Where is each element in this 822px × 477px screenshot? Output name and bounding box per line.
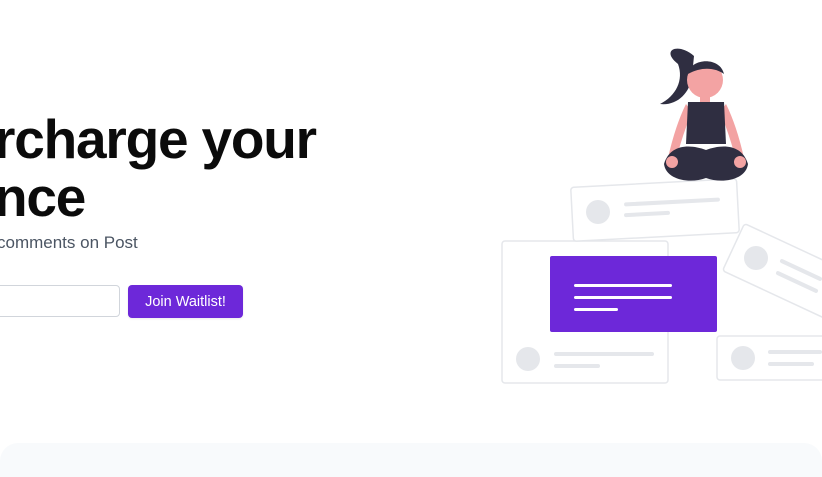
hero-headline-line-2: nce (0, 166, 86, 228)
tilted-card-right (722, 223, 822, 321)
hero-headline-line-1: rcharge your (0, 108, 317, 170)
hero-subtext: comments on Post (0, 233, 138, 252)
featured-card-purple (550, 256, 717, 332)
email-input[interactable] (0, 285, 120, 317)
join-waitlist-button[interactable]: Join Waitlist! (128, 285, 243, 318)
top-card (570, 178, 740, 242)
footer-band (0, 443, 822, 477)
meditating-woman (660, 48, 748, 181)
hero-section: rcharge your nce comments on Post Join W… (0, 0, 822, 443)
bottom-card-right (716, 335, 822, 381)
meditation-illustration (501, 48, 822, 384)
hero-headline: rcharge your nce (0, 108, 317, 228)
